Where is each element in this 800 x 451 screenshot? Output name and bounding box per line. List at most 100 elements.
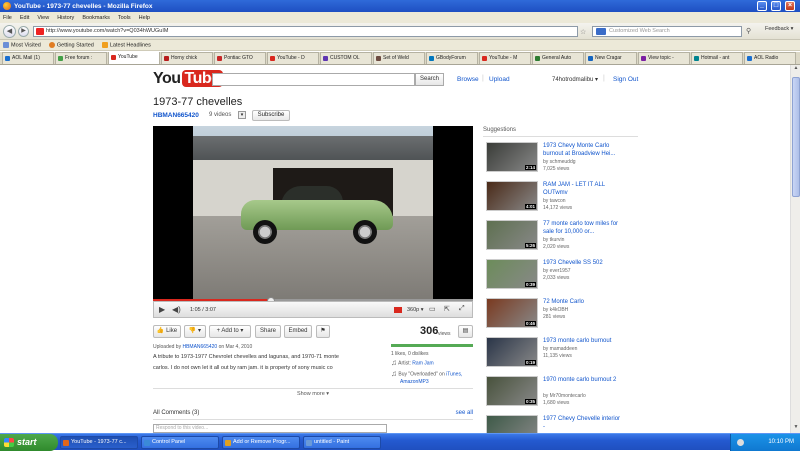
large-player-icon[interactable]: ⇱ [444,305,450,313]
back-button[interactable]: ◀ [3,25,16,38]
browser-tab[interactable]: General Auto [532,52,584,64]
scrollbar-thumb[interactable] [792,77,800,197]
suggestion-author[interactable]: by tawcon [543,198,566,204]
menu-edit[interactable]: Edit [20,15,29,21]
popout-icon[interactable]: ▭ [429,305,436,313]
browse-link[interactable]: Browse [457,76,479,83]
bookmark-star-icon[interactable]: ☆ [580,28,586,36]
close-window-button[interactable]: × [785,1,795,11]
browser-tab[interactable]: View topic - [638,52,690,64]
browser-tab[interactable]: CUSTOM OL [320,52,372,64]
flag-icon[interactable]: ⚑ [316,325,330,338]
menu-file[interactable]: File [3,15,12,21]
suggestion-item[interactable]: 0:39 1973 Chevelle SS 502 by ever1957 2,033… [486,259,636,298]
browser-tab[interactable]: YouTube [108,52,160,64]
menu-bookmarks[interactable]: Bookmarks [82,15,110,21]
suggestion-item[interactable]: 2:14 1973 Chevy Monte Carlo burnout at Br… [486,142,636,181]
play-icon[interactable]: ▶ [159,305,165,314]
network-icon[interactable] [737,439,744,446]
maximize-button[interactable]: □ [771,1,781,11]
suggestion-title[interactable]: 72 Monte Carlo [543,298,623,306]
browser-tab[interactable]: AOL Mail (1) [2,52,54,64]
suggestion-item[interactable]: 0:35 1970 monte carlo burnout 2 by Mr70mon… [486,376,636,415]
username-link[interactable]: 74hotrodmalibu ▾ [552,76,598,83]
uploader-link[interactable]: HBMAN665420 [153,112,199,119]
fullscreen-icon[interactable]: ⤢ [459,305,465,313]
suggestion-item[interactable]: 5:26 77 monte carlo tow miles for sale fo… [486,220,636,259]
start-button[interactable]: start [0,434,58,451]
suggestion-title[interactable]: 77 monte carlo tow miles for sale for 10… [543,220,623,236]
suggestion-thumbnail[interactable]: 0:19 [486,337,538,367]
url-bar[interactable]: http://www.youtube.com/watch?v=Q034hWUGu… [33,26,578,37]
share-button[interactable]: Share [255,325,281,338]
suggestion-thumbnail[interactable]: 2:14 [486,142,538,172]
upload-link[interactable]: Upload [489,76,510,83]
menu-help[interactable]: Help [139,15,150,21]
subscribe-button[interactable]: Subscribe [252,110,290,121]
scroll-up-icon[interactable]: ▲ [792,65,800,74]
taskbar-button[interactable]: Add or Remove Progr... [222,436,300,449]
suggestion-thumbnail[interactable] [486,415,538,433]
suggestion-title[interactable]: 1973 monte carlo burnout [543,337,623,345]
menu-tools[interactable]: Tools [118,15,131,21]
suggestion-title[interactable]: 1973 Chevy Monte Carlo burnout at Broadv… [543,142,623,158]
browser-tab[interactable]: Free forum : [55,52,107,64]
suggestion-author[interactable]: by schmeuddg [543,159,576,165]
browser-tab[interactable]: AOL Radio [744,52,796,64]
suggestion-author[interactable]: by ever1957 [543,268,571,274]
page-scrollbar[interactable]: ▲ ▼ [790,65,800,433]
show-more-button[interactable]: Show more ▾ [153,388,473,397]
suggestion-item[interactable]: 0:46 72 Monte Carlo by k4kOBH 281 views [486,298,636,337]
taskbar-button[interactable]: untitled - Paint [303,436,381,449]
sign-out-link[interactable]: Sign Out [613,76,638,83]
amazon-link[interactable]: AmazonMP3 [400,379,429,385]
search-magnifier-icon[interactable]: ⚲ [746,27,751,35]
menu-view[interactable]: View [37,15,49,21]
suggestion-title[interactable]: 1970 monte carlo burnout 2 [543,376,623,384]
browser-tab[interactable]: YouTube - D [267,52,319,64]
chevron-down-icon[interactable]: ▾ [238,111,246,119]
stats-icon[interactable]: ▤ [458,325,473,338]
embed-button[interactable]: Embed [284,325,312,338]
forward-button[interactable]: ▶ [18,26,29,37]
youtube-search-input[interactable] [212,73,415,86]
add-to-button[interactable]: + Add to ▾ [209,325,251,338]
browser-tab[interactable]: New Cragar [585,52,637,64]
video-player[interactable] [153,126,473,301]
dislike-button[interactable]: 👎 ▾ [184,325,206,338]
browser-tab[interactable]: Hotmail - ant [691,52,743,64]
see-all-link[interactable]: see all [456,410,473,416]
bookmark-latest-headlines[interactable]: Latest Headlines [101,41,151,48]
feedback-button[interactable]: Feedback ▾ [765,26,793,32]
browser-tab[interactable]: Set of Weld [373,52,425,64]
uploader-link[interactable]: HBMAN665420 [182,344,217,350]
itunes-link[interactable]: iTunes, [446,371,462,377]
bookmark-getting-started[interactable]: Getting Started [48,41,94,48]
suggestion-item[interactable]: 4:01 RAM JAM - LET IT ALL OUTwmv by tawcon… [486,181,636,220]
suggestion-author[interactable]: by mamaddeen [543,346,577,352]
artist-link[interactable]: Ram Jam [412,360,433,366]
suggestion-title[interactable]: 1973 Chevelle SS 502 [543,259,623,267]
suggestion-thumbnail[interactable]: 5:26 [486,220,538,250]
minimize-button[interactable]: _ [757,1,767,11]
browser-tab[interactable]: GBodyForum [426,52,478,64]
youtube-search-button[interactable]: Search [415,73,444,86]
like-button[interactable]: 👍 Like [153,325,181,338]
suggestion-author[interactable]: by tkurvin [543,237,564,243]
suggestion-thumbnail[interactable]: 0:39 [486,259,538,289]
browser-tab[interactable]: YouTube - M [479,52,531,64]
suggestion-author[interactable]: by Mr70montecarlo [543,393,586,399]
suggestion-title[interactable]: 1977 Chevy Chevelle interior - [543,415,623,431]
suggestion-title[interactable]: RAM JAM - LET IT ALL OUTwmv [543,181,623,197]
suggestion-author[interactable]: by k4kOBH [543,307,568,313]
search-engine-icon[interactable] [596,28,606,35]
browser-tab[interactable]: Horny chick [161,52,213,64]
taskbar-button[interactable]: YouTube - 1973-77 c... [60,436,138,449]
taskbar-button[interactable]: Control Panel [141,436,219,449]
suggestion-thumbnail[interactable]: 0:46 [486,298,538,328]
suggestion-item[interactable]: 1977 Chevy Chevelle interior - [486,415,636,433]
scroll-down-icon[interactable]: ▼ [792,424,800,433]
comment-input[interactable]: Respond to this video... [153,424,387,433]
web-search-field[interactable]: Customized Web Search [592,26,742,37]
bookmark-most-visited[interactable]: Most Visited [3,41,41,48]
